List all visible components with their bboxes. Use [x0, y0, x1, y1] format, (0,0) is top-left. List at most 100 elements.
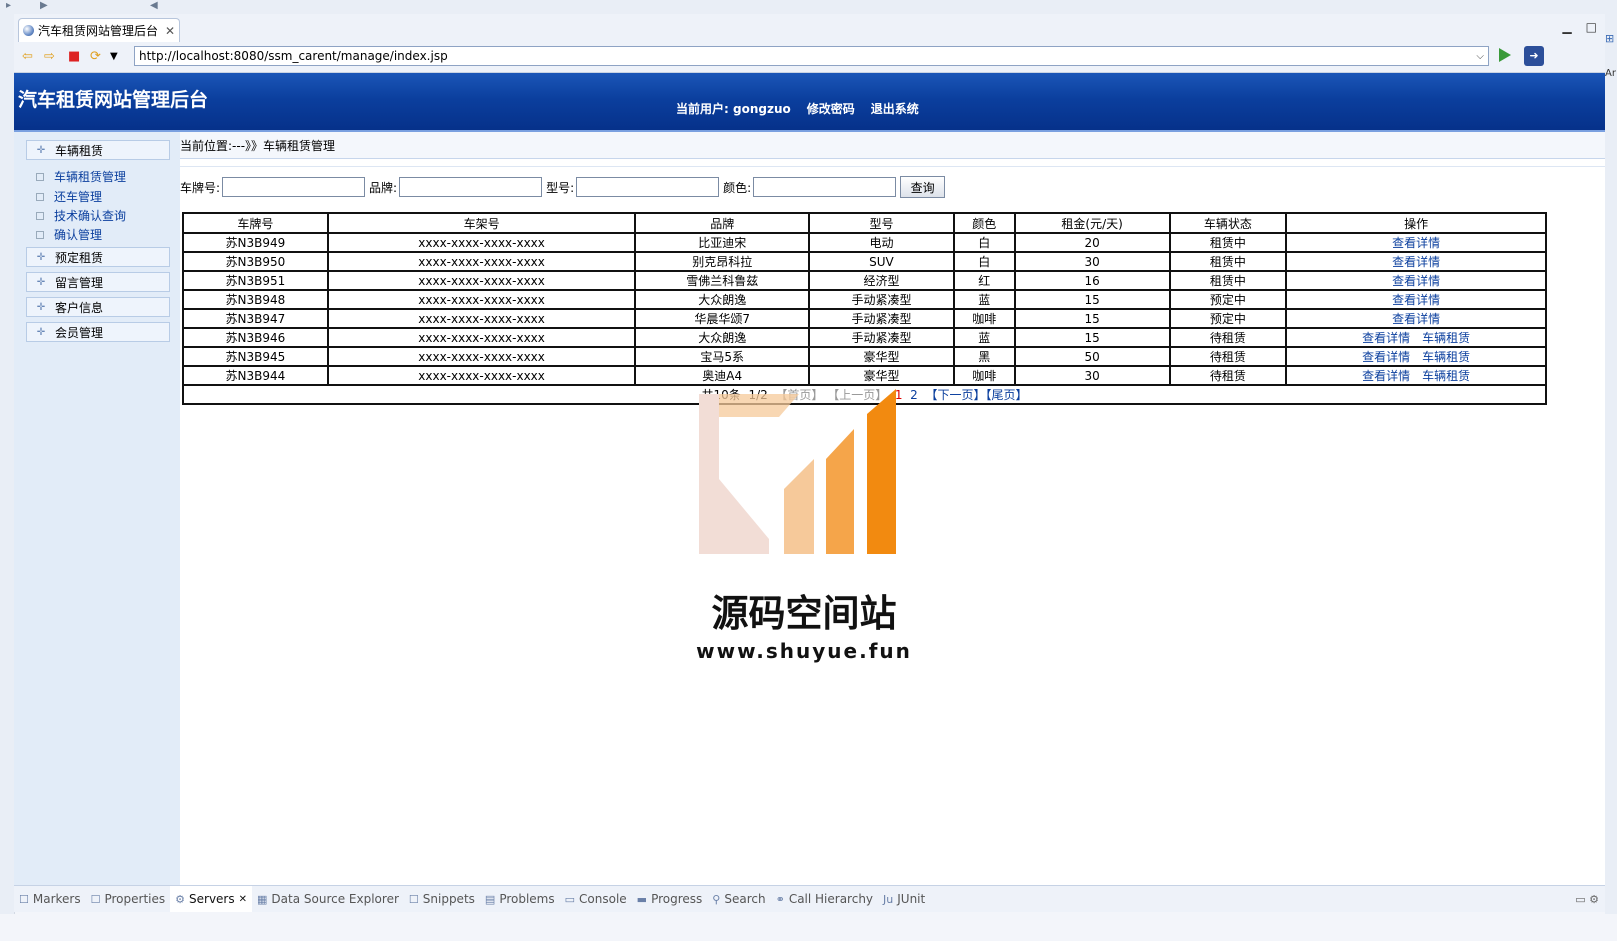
view-tab-search[interactable]: ⚲ Search — [707, 886, 770, 912]
globe-icon — [23, 25, 34, 36]
perspective-icon[interactable]: ⊞ — [1605, 32, 1614, 45]
refresh-icon[interactable]: ⟳ — [90, 49, 101, 64]
sidebar-group-label: 留言管理 — [55, 275, 104, 290]
view-details-link[interactable]: 查看详情 — [1392, 310, 1440, 327]
run-icon[interactable]: ▶ — [40, 0, 48, 11]
sidebar-item-return[interactable]: 还车管理 — [36, 188, 102, 205]
cell-status: 预定中 — [1168, 289, 1288, 310]
cell-brand: 宝马5系 — [634, 346, 811, 367]
table-row: 苏N3B946 xxxx-xxxx-xxxx-xxxx 大众朗逸 手动紧凑型蓝 15 待租… — [182, 327, 1547, 348]
sidebar-group-customers[interactable]: ✛ 客户信息 — [26, 297, 170, 317]
back-icon[interactable]: ◀ — [150, 0, 158, 11]
breadcrumb: 当前位置:---》》车辆租赁管理 — [180, 132, 1605, 159]
forward-arrow-icon[interactable]: ⇨ — [44, 49, 55, 64]
sidebar-group-booking[interactable]: ✛ 预定租赁 — [26, 247, 170, 267]
nav-dropdown-icon[interactable]: ▼ — [110, 51, 118, 62]
sidebar-group-messages[interactable]: ✛ 留言管理 — [26, 272, 170, 292]
sidebar-item-rental-manage[interactable]: 车辆租赁管理 — [36, 168, 126, 185]
rent-car-link[interactable]: 车辆租赁 — [1422, 367, 1470, 384]
cell-vin: xxxx-xxxx-xxxx-xxxx — [326, 308, 637, 329]
table-row: 苏N3B947 xxxx-xxxx-xxxx-xxxx 华晨华颂7 手动紧凑型 咖啡 15… — [182, 308, 1547, 329]
cell-color: 蓝 — [952, 289, 1016, 310]
sidebar-group-label: 会员管理 — [55, 325, 104, 340]
view-menu-icon[interactable]: ▭ ⚙ — [1575, 893, 1599, 906]
view-details-link[interactable]: 查看详情 — [1392, 234, 1440, 251]
cell-plate: 苏N3B949 — [182, 232, 329, 253]
sidebar-item-confirm[interactable]: 确认管理 — [36, 226, 102, 243]
divider — [180, 166, 1605, 167]
color-input[interactable] — [753, 177, 897, 197]
cell-plate: 苏N3B950 — [182, 251, 329, 272]
view-tab-junit[interactable]: Ju JUnit — [878, 886, 930, 912]
model-input[interactable] — [576, 177, 720, 197]
sidebar-item-tech-check[interactable]: 技术确认查询 — [36, 207, 126, 224]
expand-icon: ✛ — [36, 276, 46, 288]
view-tab-progress[interactable]: ▬ Progress — [632, 886, 708, 912]
query-button[interactable]: 查询 — [900, 176, 946, 198]
view-tab-servers[interactable]: ⚙ Servers ✕ — [170, 886, 253, 912]
stop-icon[interactable]: ■ — [68, 49, 80, 64]
cell-rent: 16 — [1013, 270, 1171, 291]
cell-actions: 查看详情 — [1285, 232, 1547, 253]
table-header-row: 车牌号 车架号 品牌 型号 颜色 租金(元/天) 车辆状态 操作 — [182, 212, 1547, 234]
maximize-icon[interactable]: □ — [1586, 20, 1597, 34]
cell-actions: 查看详情 — [1285, 251, 1547, 272]
browser-nav-bar: ⇦ ⇨ ■ ⟳ ▼ http://localhost:8080/ssm_care… — [14, 42, 1605, 73]
rent-car-link[interactable]: 车辆租赁 — [1422, 348, 1470, 365]
plate-input[interactable] — [222, 177, 366, 197]
view-tab-snippets[interactable]: ☐ Snippets — [404, 886, 480, 912]
view-details-link[interactable]: 查看详情 — [1392, 291, 1440, 308]
cell-rent: 50 — [1013, 346, 1171, 367]
sidebar-group-car-rental[interactable]: ✛ 车辆租赁 — [26, 140, 170, 160]
table-row: 苏N3B949 xxxx-xxxx-xxxx-xxxx 比亚迪宋 电动白 20 租赁中 查看… — [182, 232, 1547, 253]
cell-color: 黑 — [952, 346, 1016, 367]
minimize-icon[interactable]: ▁ — [1562, 20, 1571, 34]
left-trim — [0, 14, 15, 914]
view-tab-data-source-explorer[interactable]: ▦ Data Source Explorer — [252, 886, 404, 912]
brand-input[interactable] — [399, 177, 543, 197]
view-tab-markers[interactable]: ☐ Markers — [14, 886, 86, 912]
pager-page-2[interactable]: 2 — [910, 388, 918, 402]
url-input[interactable]: http://localhost:8080/ssm_carent/manage/… — [134, 46, 1489, 66]
view-details-link[interactable]: 查看详情 — [1392, 253, 1440, 270]
column-header: 车牌号 — [182, 212, 329, 234]
view-details-link[interactable]: 查看详情 — [1362, 348, 1410, 365]
browser-tab[interactable]: 汽车租赁网站管理后台 ✕ — [18, 18, 180, 42]
view-tab-icon: ☐ — [19, 892, 29, 906]
open-external-icon[interactable]: ➜ — [1524, 46, 1544, 66]
pager-total: 共10条 — [701, 388, 741, 402]
pager-last[interactable]: 【尾页】 — [985, 388, 1027, 402]
cell-rent: 15 — [1013, 308, 1171, 329]
cell-color: 红 — [952, 270, 1016, 291]
cell-brand: 奥迪A4 — [634, 365, 811, 386]
view-tab-problems[interactable]: ▤ Problems — [480, 886, 560, 912]
toolbar-icon[interactable]: ▸ — [6, 0, 11, 11]
sidebar-group-label: 车辆租赁 — [55, 143, 104, 158]
view-details-link[interactable]: 查看详情 — [1362, 329, 1410, 346]
close-icon[interactable]: ✕ — [165, 24, 175, 38]
cell-actions: 查看详情 车辆租赁 — [1285, 346, 1547, 367]
go-icon[interactable] — [1499, 48, 1511, 62]
logout-link[interactable]: 退出系统 — [871, 100, 919, 117]
cell-rent: 15 — [1013, 327, 1171, 348]
rent-car-link[interactable]: 车辆租赁 — [1422, 329, 1470, 346]
url-dropdown-icon[interactable]: ⌵ — [1476, 51, 1484, 62]
view-tab-properties[interactable]: ☐ Properties — [86, 886, 171, 912]
brand-label: 品牌: — [369, 180, 398, 195]
cell-status: 租赁中 — [1168, 270, 1288, 291]
car-table: 车牌号 车架号 品牌 型号 颜色 租金(元/天) 车辆状态 操作 苏N3B949… — [182, 212, 1547, 405]
view-details-link[interactable]: 查看详情 — [1362, 367, 1410, 384]
sidebar-group-members[interactable]: ✛ 会员管理 — [26, 322, 170, 342]
back-arrow-icon[interactable]: ⇦ — [22, 49, 33, 64]
view-tab-label: Properties — [104, 892, 166, 906]
site-header: 汽车租赁网站管理后台 当前用户: gongzuo 修改密码 退出系统 — [14, 73, 1605, 132]
cell-actions: 查看详情 — [1285, 289, 1547, 310]
change-password-link[interactable]: 修改密码 — [807, 100, 855, 117]
sidebar-group-label: 预定租赁 — [55, 250, 104, 265]
view-tab-console[interactable]: ▭ Console — [560, 886, 632, 912]
view-tab-call-hierarchy[interactable]: ⚭ Call Hierarchy — [771, 886, 878, 912]
pager-next[interactable]: 【下一页】 — [925, 388, 985, 402]
column-header: 车架号 — [326, 212, 637, 234]
close-icon[interactable]: ✕ — [239, 894, 247, 905]
view-details-link[interactable]: 查看详情 — [1392, 272, 1440, 289]
